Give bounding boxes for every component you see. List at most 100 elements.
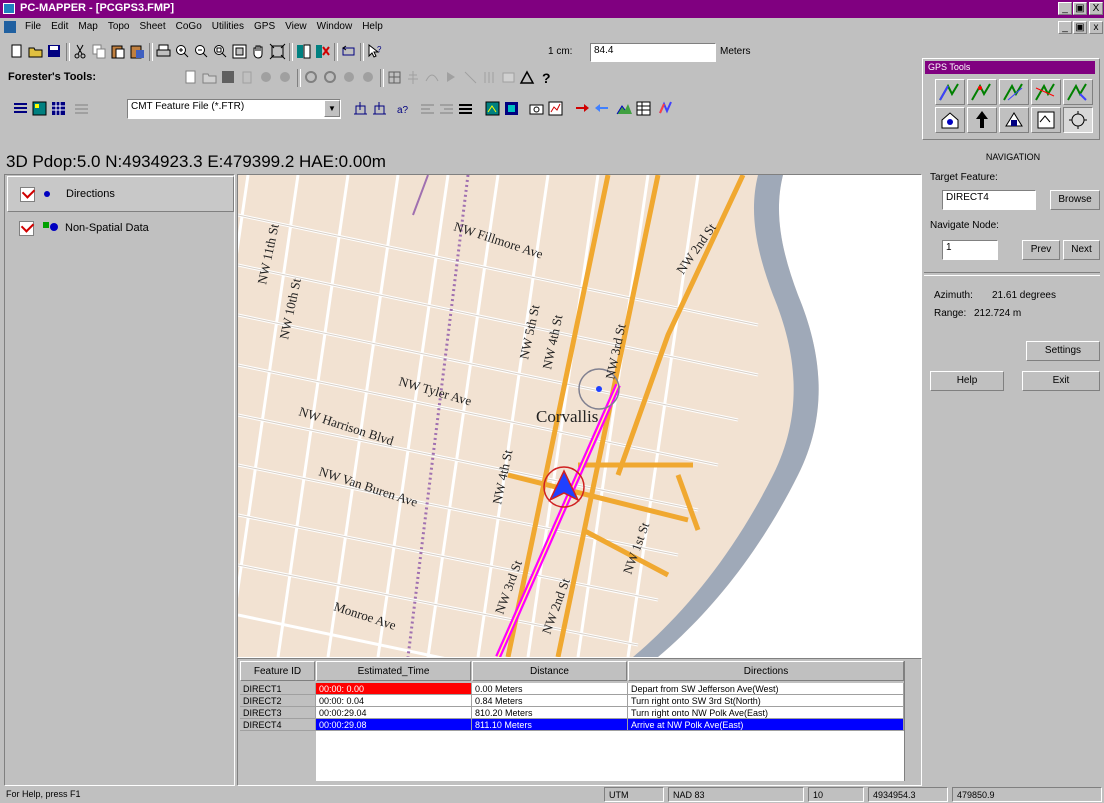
cell-distance-2[interactable]: 0.84 Meters [472, 695, 628, 707]
zoom-out-icon[interactable] [193, 43, 210, 60]
cell-distance-1[interactable]: 0.00 Meters [472, 683, 628, 695]
ft-curve-icon[interactable] [424, 69, 441, 86]
menu-map[interactable]: Map [73, 18, 102, 32]
map-view-icon[interactable] [484, 100, 501, 117]
cell-time-4[interactable]: 00:00:29.08 [316, 719, 472, 731]
map-canvas[interactable]: NW 11th St NW 10th St NW Fillmore Ave NW… [238, 175, 921, 657]
report-icon[interactable] [547, 100, 564, 117]
gps-tool-5-icon[interactable] [1063, 79, 1093, 105]
ft-triangle-icon[interactable] [519, 69, 536, 86]
pan-hand-icon[interactable] [250, 43, 267, 60]
ft-tool4-icon[interactable] [239, 69, 256, 86]
gps-tool-2-icon[interactable] [967, 79, 997, 105]
cell-directions-3[interactable]: Turn right onto NW Polk Ave(East) [628, 707, 904, 719]
gps-up-icon[interactable] [967, 107, 997, 133]
redraw-icon[interactable] [340, 43, 357, 60]
ft-dot1-icon[interactable] [258, 69, 275, 86]
ft-new-icon[interactable] [182, 69, 199, 86]
menu-sheet[interactable]: Sheet [135, 18, 171, 32]
map-view2-icon[interactable] [503, 100, 520, 117]
paste-icon[interactable] [110, 43, 127, 60]
full-view-icon[interactable] [269, 43, 286, 60]
exit-button[interactable]: Exit [1022, 371, 1100, 391]
feature-file-select[interactable]: CMT Feature File (*.FTR) ▼ [127, 99, 341, 119]
menu-gps[interactable]: GPS [249, 18, 280, 32]
ft-columns-icon[interactable] [481, 69, 498, 86]
align-left-icon[interactable] [419, 100, 436, 117]
column-header-estimated-time[interactable]: Estimated_Time [316, 661, 471, 681]
settings-button[interactable]: Settings [1026, 341, 1100, 361]
layer-remove-icon[interactable] [314, 43, 331, 60]
list-view-icon[interactable] [12, 100, 29, 117]
save-icon[interactable] [46, 43, 63, 60]
scale-input[interactable]: 84.4 [590, 43, 716, 62]
ft-ring1-icon[interactable] [303, 69, 320, 86]
zoom-window-icon[interactable] [212, 43, 229, 60]
zoom-extents-icon[interactable] [231, 43, 248, 60]
layer-visible-checkbox[interactable] [19, 221, 34, 236]
export-icon[interactable] [371, 100, 388, 117]
ft-dot3-icon[interactable] [341, 69, 358, 86]
ft-ring2-icon[interactable] [322, 69, 339, 86]
map-view[interactable]: NW 11th St NW 10th St NW Fillmore Ave NW… [237, 174, 922, 658]
ft-area-icon[interactable] [500, 69, 517, 86]
gps-navigate-icon[interactable] [1063, 107, 1093, 133]
navigate-node-input[interactable]: 1 [942, 240, 998, 260]
row-id-2[interactable]: DIRECT2 [240, 695, 316, 707]
menu-topo[interactable]: Topo [103, 18, 135, 32]
restore-button[interactable]: ▣ [1073, 2, 1087, 15]
cell-directions-2[interactable]: Turn right onto SW 3rd St(North) [628, 695, 904, 707]
row-id-4[interactable]: DIRECT4 [240, 719, 316, 731]
child-close-button[interactable]: x [1089, 21, 1103, 34]
ft-marker-icon[interactable] [443, 69, 460, 86]
ft-dot4-icon[interactable] [360, 69, 377, 86]
cut-icon[interactable] [72, 43, 89, 60]
column-header-feature-id[interactable]: Feature ID [240, 661, 315, 681]
column-header-distance[interactable]: Distance [472, 661, 627, 681]
child-minimize-button[interactable]: _ [1058, 21, 1072, 34]
data-table-icon[interactable] [635, 100, 652, 117]
next-button[interactable]: Next [1063, 240, 1100, 260]
cell-time-1[interactable]: 00:00: 0.00 [316, 683, 472, 695]
vertical-scrollbar[interactable] [904, 661, 919, 781]
row-id-1[interactable]: DIRECT1 [240, 683, 316, 695]
menu-file[interactable]: File [20, 18, 46, 32]
print-icon[interactable] [155, 43, 172, 60]
query-icon[interactable]: a? [396, 100, 413, 117]
target-feature-input[interactable]: DIRECT4 [942, 190, 1036, 210]
menu-help[interactable]: Help [357, 18, 388, 32]
copy-icon[interactable] [91, 43, 108, 60]
ft-open-icon[interactable] [201, 69, 218, 86]
layer-toggle-icon[interactable] [295, 43, 312, 60]
ft-dot2-icon[interactable] [277, 69, 294, 86]
ft-save-icon[interactable] [220, 69, 237, 86]
terrain-icon[interactable] [616, 100, 633, 117]
legend-item-non-spatial[interactable]: Non-Spatial Data [7, 211, 232, 245]
menu-window[interactable]: Window [312, 18, 358, 32]
ft-tree-icon[interactable] [405, 69, 422, 86]
cell-time-3[interactable]: 00:00:29.04 [316, 707, 472, 719]
ft-help-icon[interactable]: ? [538, 69, 555, 86]
ft-grid-icon[interactable] [386, 69, 403, 86]
align-right-icon[interactable] [438, 100, 455, 117]
menu-cogo[interactable]: CoGo [171, 18, 207, 32]
gps-home-icon[interactable] [935, 107, 965, 133]
child-restore-button[interactable]: ▣ [1073, 21, 1087, 34]
gps-track-icon[interactable] [658, 100, 675, 117]
minimize-button[interactable]: _ [1058, 2, 1072, 15]
gps-tool-3-icon[interactable] [999, 79, 1029, 105]
close-button[interactable]: X [1089, 2, 1103, 15]
prev-button[interactable]: Prev [1022, 240, 1060, 260]
browse-button[interactable]: Browse [1050, 190, 1100, 210]
camera-icon[interactable] [528, 100, 545, 117]
cell-time-2[interactable]: 00:00: 0.04 [316, 695, 472, 707]
row-id-3[interactable]: DIRECT3 [240, 707, 316, 719]
justify-icon[interactable] [457, 100, 474, 117]
gps-waypoint-icon[interactable] [999, 107, 1029, 133]
help-button[interactable]: Help [930, 371, 1004, 391]
cell-directions-4[interactable]: Arrive at NW Polk Ave(East) [628, 719, 904, 731]
menu-edit[interactable]: Edit [46, 18, 73, 32]
table-view-icon[interactable] [31, 100, 48, 117]
cell-directions-1[interactable]: Depart from SW Jefferson Ave(West) [628, 683, 904, 695]
column-header-directions[interactable]: Directions [628, 661, 904, 681]
